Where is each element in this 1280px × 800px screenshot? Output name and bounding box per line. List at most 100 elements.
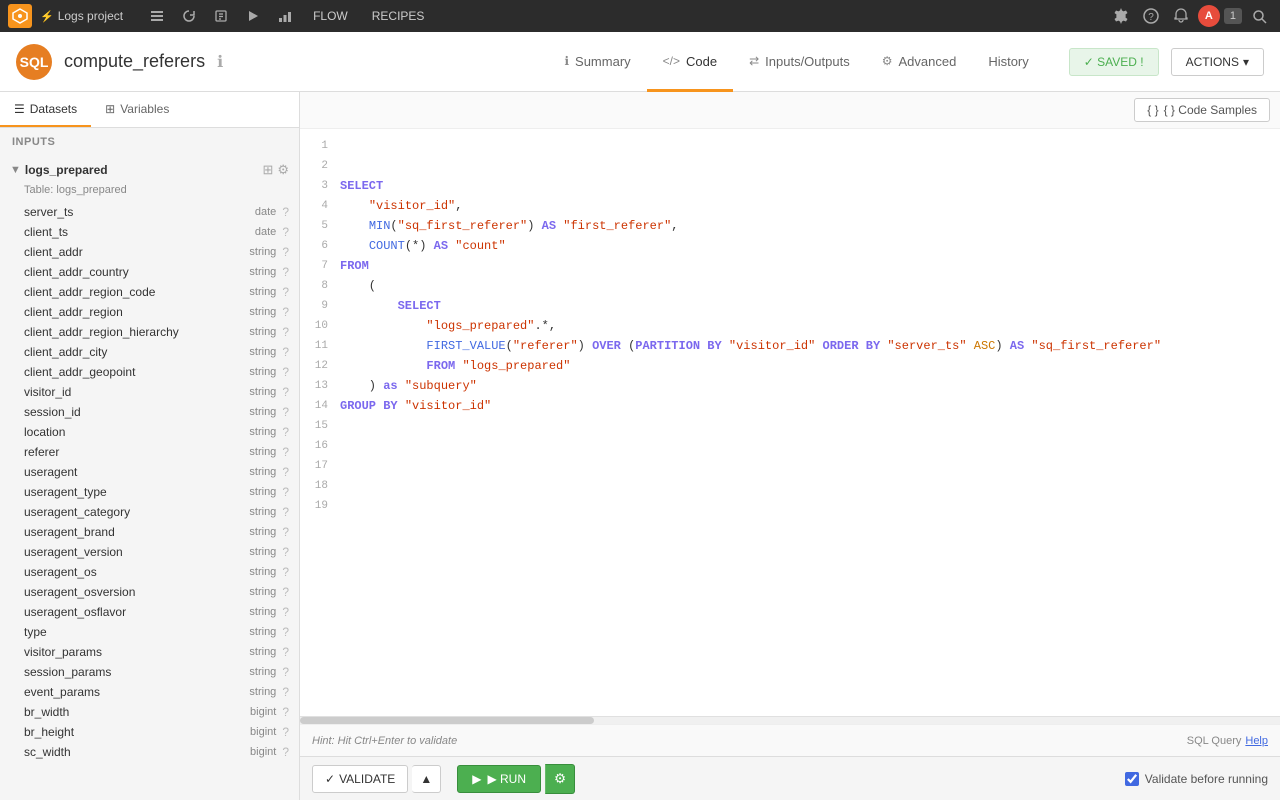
- field-row: useragent_version string ?: [0, 542, 299, 562]
- nav-recipes-btn[interactable]: RECIPES: [362, 5, 435, 27]
- field-help-icon[interactable]: ?: [282, 545, 289, 559]
- field-type: string: [249, 426, 276, 438]
- field-name: useragent_category: [24, 505, 243, 519]
- validate-checkbox[interactable]: [1125, 772, 1139, 786]
- field-type: string: [249, 626, 276, 638]
- scrollbar-thumb[interactable]: [300, 717, 594, 724]
- recipe-name: compute_referers: [64, 51, 205, 72]
- horizontal-scrollbar[interactable]: [300, 716, 1280, 724]
- field-row: client_addr string ?: [0, 242, 299, 262]
- code-samples-button[interactable]: { } { } Code Samples: [1134, 98, 1270, 122]
- field-help-icon[interactable]: ?: [282, 725, 289, 739]
- field-help-icon[interactable]: ?: [282, 525, 289, 539]
- field-help-icon[interactable]: ?: [282, 625, 289, 639]
- field-help-icon[interactable]: ?: [282, 585, 289, 599]
- field-row: event_params string ?: [0, 682, 299, 702]
- notification-badge[interactable]: 1: [1224, 8, 1242, 24]
- field-help-icon[interactable]: ?: [282, 745, 289, 759]
- sidebar-tab-variables[interactable]: ⊞ Variables: [91, 92, 183, 127]
- nav-help-icon[interactable]: ?: [1138, 3, 1164, 29]
- tab-history[interactable]: History: [972, 33, 1044, 92]
- field-name: client_addr_city: [24, 345, 243, 359]
- run-settings-button[interactable]: ⚙: [545, 764, 575, 794]
- nav-bell-icon[interactable]: [1168, 3, 1194, 29]
- field-help-icon[interactable]: ?: [282, 245, 289, 259]
- field-help-icon[interactable]: ?: [282, 325, 289, 339]
- code-line-2: 2: [300, 157, 1280, 177]
- main-layout: ☰ Datasets ⊞ Variables Inputs ▼ logs_pre…: [0, 92, 1280, 800]
- project-name: Logs project: [58, 9, 123, 23]
- tab-summary[interactable]: ℹ Summary: [548, 33, 646, 92]
- field-type: string: [249, 326, 276, 338]
- nav-search-icon[interactable]: [1246, 3, 1272, 29]
- recipe-info-icon[interactable]: ℹ: [217, 52, 223, 72]
- help-link[interactable]: Help: [1245, 735, 1268, 747]
- field-row: client_addr_region_code string ?: [0, 282, 299, 302]
- recipe-icon: SQL: [16, 44, 52, 80]
- dataset-header[interactable]: ▼ logs_prepared ⊞ ⚙: [0, 156, 299, 184]
- nav-edit-icon[interactable]: [207, 2, 235, 30]
- nav-logo-icon[interactable]: ⚡: [40, 10, 54, 23]
- field-help-icon[interactable]: ?: [282, 605, 289, 619]
- field-help-icon[interactable]: ?: [282, 445, 289, 459]
- field-help-icon[interactable]: ?: [282, 645, 289, 659]
- inputs-section-header: Inputs: [0, 128, 299, 156]
- field-help-icon[interactable]: ?: [282, 705, 289, 719]
- nav-chart-icon[interactable]: [271, 2, 299, 30]
- code-line-18: 18: [300, 477, 1280, 497]
- field-type: string: [249, 406, 276, 418]
- field-help-icon[interactable]: ?: [282, 465, 289, 479]
- field-help-icon[interactable]: ?: [282, 265, 289, 279]
- nav-list-icon[interactable]: [143, 2, 171, 30]
- saved-button[interactable]: ✓ SAVED !: [1069, 48, 1159, 76]
- nav-flow-btn[interactable]: FLOW: [303, 5, 358, 27]
- field-type: string: [249, 606, 276, 618]
- code-icon: </>: [663, 54, 680, 68]
- nav-refresh-icon[interactable]: [175, 2, 203, 30]
- dataset-grid-icon[interactable]: ⊞: [262, 162, 273, 178]
- field-name: sc_width: [24, 745, 244, 759]
- field-type: string: [249, 366, 276, 378]
- advanced-icon: ⚙: [882, 54, 893, 68]
- validate-button[interactable]: ✓ VALIDATE: [312, 765, 408, 793]
- field-help-icon[interactable]: ?: [282, 305, 289, 319]
- field-help-icon[interactable]: ?: [282, 385, 289, 399]
- field-help-icon[interactable]: ?: [282, 345, 289, 359]
- tab-code[interactable]: </> Code: [647, 33, 733, 92]
- field-help-icon[interactable]: ?: [282, 365, 289, 379]
- field-help-icon[interactable]: ?: [282, 505, 289, 519]
- field-type: bigint: [250, 706, 276, 718]
- field-type: string: [249, 306, 276, 318]
- summary-icon: ℹ: [564, 54, 569, 68]
- nav-settings-icon[interactable]: [1108, 3, 1134, 29]
- field-help-icon[interactable]: ?: [282, 405, 289, 419]
- field-row: type string ?: [0, 622, 299, 642]
- field-help-icon[interactable]: ?: [282, 565, 289, 579]
- field-help-icon[interactable]: ?: [282, 205, 289, 219]
- field-help-icon[interactable]: ?: [282, 685, 289, 699]
- code-line-12: 12 FROM "logs_prepared": [300, 357, 1280, 377]
- validate-dropdown-button[interactable]: ▲: [412, 765, 441, 793]
- sidebar-tab-datasets[interactable]: ☰ Datasets: [0, 92, 91, 127]
- field-help-icon[interactable]: ?: [282, 225, 289, 239]
- code-line-4: 4 "visitor_id",: [300, 197, 1280, 217]
- field-help-icon[interactable]: ?: [282, 425, 289, 439]
- field-type: string: [249, 486, 276, 498]
- field-help-icon[interactable]: ?: [282, 485, 289, 499]
- field-row: client_addr_region_hierarchy string ?: [0, 322, 299, 342]
- actions-button[interactable]: ACTIONS ▾: [1171, 48, 1264, 76]
- code-editor[interactable]: 1 2 3 SELECT 4 "visitor_id", 5 MIN: [300, 129, 1280, 716]
- field-name: visitor_params: [24, 645, 243, 659]
- field-help-icon[interactable]: ?: [282, 665, 289, 679]
- field-name: useragent_brand: [24, 525, 243, 539]
- nav-play-icon[interactable]: [239, 2, 267, 30]
- field-name: client_addr: [24, 245, 243, 259]
- tab-inputs-outputs[interactable]: ⇄ Inputs/Outputs: [733, 33, 866, 92]
- field-help-icon[interactable]: ?: [282, 285, 289, 299]
- dataset-settings-icon[interactable]: ⚙: [277, 162, 289, 178]
- run-button[interactable]: ▶ ▶ RUN: [457, 765, 541, 793]
- tab-advanced[interactable]: ⚙ Advanced: [866, 33, 973, 92]
- dataset-name: logs_prepared: [25, 163, 259, 177]
- user-avatar[interactable]: A: [1198, 5, 1220, 27]
- field-type: string: [249, 686, 276, 698]
